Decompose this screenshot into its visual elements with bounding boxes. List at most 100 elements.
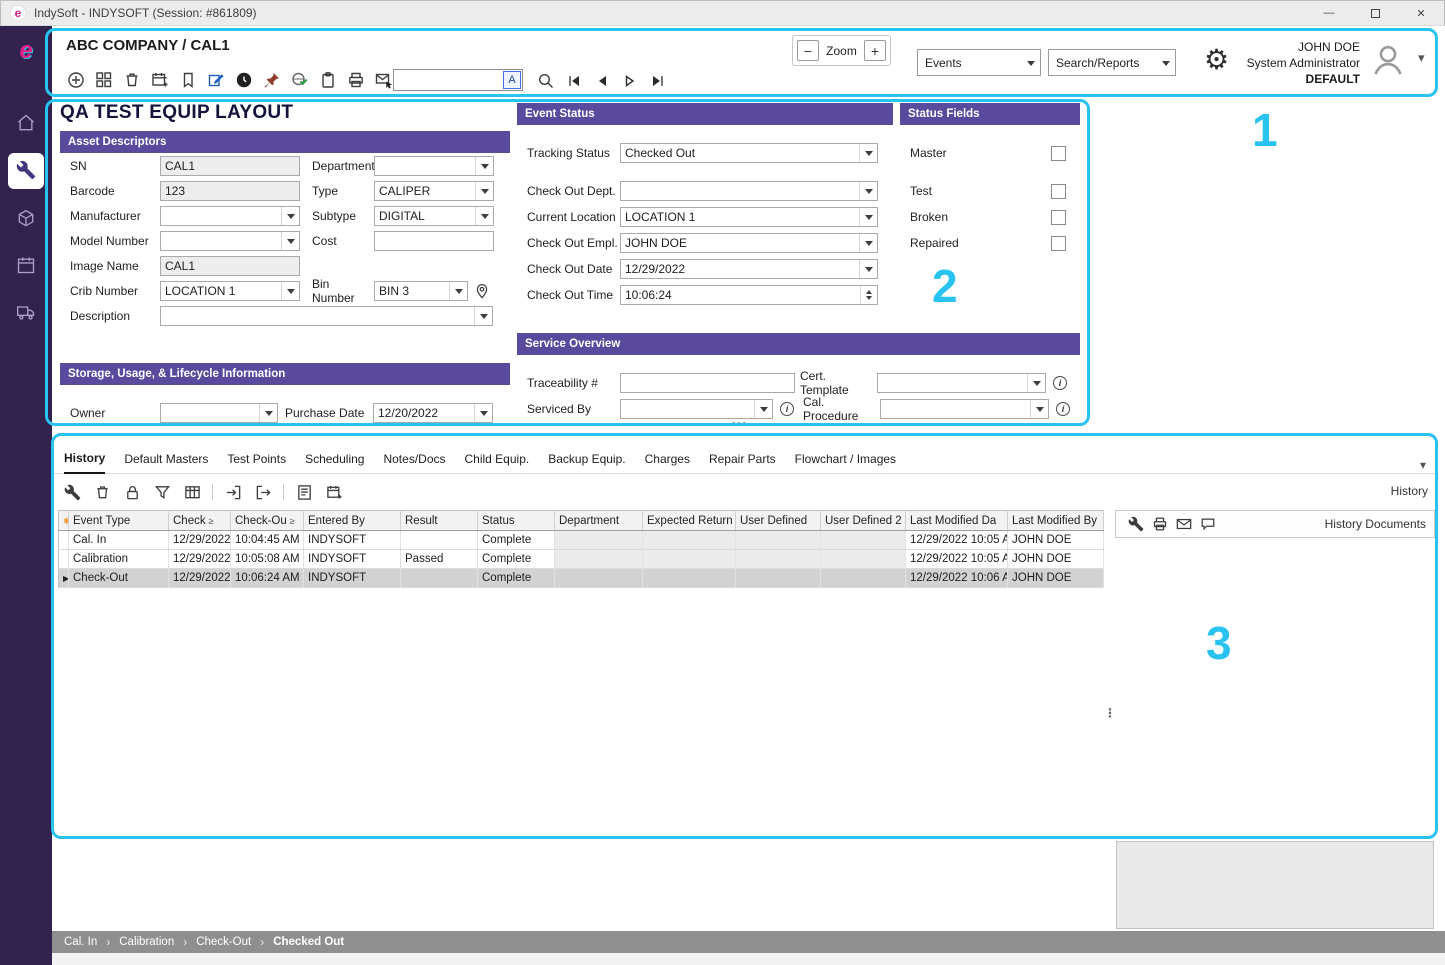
close-button[interactable]: ✕ bbox=[1398, 1, 1444, 25]
cal-procedure-dropdown[interactable] bbox=[880, 399, 1049, 419]
serviced-by-dropdown[interactable] bbox=[620, 399, 773, 419]
spin-down-icon[interactable] bbox=[866, 296, 872, 303]
delete-button[interactable] bbox=[120, 68, 144, 92]
sidebar-item-home[interactable] bbox=[8, 106, 44, 142]
column-header-user-defined[interactable]: User Defined bbox=[736, 511, 821, 531]
certify-button[interactable] bbox=[288, 68, 312, 92]
tab-backup-equip[interactable]: Backup Equip. bbox=[548, 444, 625, 474]
barcode-field[interactable]: 123 bbox=[160, 181, 300, 201]
flow-step-checked-out[interactable]: Checked Out bbox=[273, 936, 344, 948]
subtype-dropdown[interactable]: DIGITAL bbox=[374, 206, 494, 226]
bookmark-button[interactable] bbox=[176, 68, 200, 92]
type-dropdown[interactable]: CALIPER bbox=[374, 181, 494, 201]
add-event-button[interactable] bbox=[322, 480, 346, 504]
horizontal-splitter-handle[interactable]: ... bbox=[732, 413, 748, 427]
check-out-time-spinner[interactable]: 10:06:24 bbox=[620, 285, 878, 305]
model-number-dropdown[interactable] bbox=[160, 231, 300, 251]
zoom-in-button[interactable]: + bbox=[864, 40, 886, 61]
grid-view-button[interactable] bbox=[180, 480, 204, 504]
form-view-button[interactable] bbox=[292, 480, 316, 504]
bin-number-dropdown[interactable]: BIN 3 bbox=[374, 281, 468, 301]
location-pin-icon[interactable] bbox=[474, 283, 490, 299]
tab-child-equip[interactable]: Child Equip. bbox=[465, 444, 530, 474]
new-event-button[interactable] bbox=[148, 68, 172, 92]
column-header-check-out-time[interactable]: Check-Ou≥ bbox=[231, 511, 304, 531]
check-out-dept-dropdown[interactable] bbox=[620, 181, 878, 201]
tab-charges[interactable]: Charges bbox=[645, 444, 690, 474]
table-row[interactable]: Calibration12/29/2022 10:05:08 AMINDYSOF… bbox=[59, 550, 1104, 569]
owner-dropdown[interactable] bbox=[160, 403, 278, 423]
cost-field[interactable] bbox=[374, 231, 494, 251]
spinner-buttons[interactable] bbox=[860, 286, 877, 304]
tab-test-points[interactable]: Test Points bbox=[227, 444, 286, 474]
user-info[interactable]: JOHN DOE System Administrator DEFAULT bbox=[1220, 39, 1360, 87]
repaired-checkbox[interactable] bbox=[1051, 236, 1066, 251]
column-header-status[interactable]: Status bbox=[478, 511, 555, 531]
table-row[interactable]: Cal. In12/29/2022 10:04:45 AMINDYSOFT Co… bbox=[59, 531, 1104, 550]
spin-up-icon[interactable] bbox=[866, 287, 872, 294]
cert-template-dropdown[interactable] bbox=[877, 373, 1046, 393]
description-dropdown[interactable] bbox=[160, 306, 493, 326]
next-record-button[interactable] bbox=[620, 69, 640, 93]
manufacturer-dropdown[interactable] bbox=[160, 206, 300, 226]
master-checkbox[interactable] bbox=[1051, 146, 1066, 161]
search-icon[interactable] bbox=[536, 69, 556, 93]
filter-button[interactable] bbox=[150, 480, 174, 504]
breadcrumb-asset[interactable]: CAL1 bbox=[190, 37, 229, 54]
check-in-button[interactable] bbox=[221, 480, 245, 504]
user-menu-chevron-icon[interactable]: ▾ bbox=[1418, 50, 1425, 66]
documents-tools-button[interactable] bbox=[1124, 512, 1148, 536]
tracking-status-dropdown[interactable]: Checked Out bbox=[620, 143, 878, 163]
flow-step-cal-in[interactable]: Cal. In bbox=[64, 936, 97, 948]
current-location-dropdown[interactable]: LOCATION 1 bbox=[620, 207, 878, 227]
traceability-field[interactable] bbox=[620, 373, 795, 393]
image-name-field[interactable]: CAL1 bbox=[160, 256, 300, 276]
minimize-button[interactable]: — bbox=[1306, 1, 1352, 25]
sidebar-item-equipment[interactable] bbox=[8, 153, 44, 189]
check-out-empl-dropdown[interactable]: JOHN DOE bbox=[620, 233, 878, 253]
last-record-button[interactable] bbox=[648, 69, 668, 93]
column-header-expected-return[interactable]: Expected Return bbox=[643, 511, 736, 531]
sidebar-item-assets[interactable] bbox=[8, 202, 44, 238]
broken-checkbox[interactable] bbox=[1051, 210, 1066, 225]
sidebar-item-shipping[interactable] bbox=[8, 295, 44, 331]
column-header-event-type[interactable]: Event Type bbox=[69, 511, 169, 531]
flow-step-check-out[interactable]: Check-Out bbox=[196, 936, 251, 948]
documents-comment-button[interactable] bbox=[1196, 512, 1220, 536]
documents-email-button[interactable] bbox=[1172, 512, 1196, 536]
previous-record-button[interactable] bbox=[592, 69, 612, 93]
delete-row-button[interactable] bbox=[90, 480, 114, 504]
column-header-last-modified-by[interactable]: Last Modified By bbox=[1008, 511, 1104, 531]
column-header-user-defined-2[interactable]: User Defined 2 bbox=[821, 511, 906, 531]
layout-grid-button[interactable] bbox=[92, 68, 116, 92]
info-icon[interactable]: i bbox=[1053, 376, 1067, 390]
breadcrumb-company[interactable]: ABC COMPANY bbox=[66, 37, 178, 54]
tab-default-masters[interactable]: Default Masters bbox=[124, 444, 208, 474]
column-header-check-date[interactable]: Check≥ bbox=[169, 511, 231, 531]
info-icon[interactable]: i bbox=[780, 402, 794, 416]
column-header-last-modified-date[interactable]: Last Modified Da bbox=[906, 511, 1008, 531]
info-icon[interactable]: i bbox=[1056, 402, 1070, 416]
tab-notes-docs[interactable]: Notes/Docs bbox=[383, 444, 445, 474]
edit-button[interactable] bbox=[204, 68, 228, 92]
tab-scheduling[interactable]: Scheduling bbox=[305, 444, 364, 474]
events-dropdown[interactable]: Events bbox=[917, 49, 1041, 76]
zoom-out-button[interactable]: − bbox=[797, 40, 819, 61]
column-header-result[interactable]: Result bbox=[401, 511, 478, 531]
add-record-button[interactable] bbox=[64, 68, 88, 92]
documents-print-button[interactable] bbox=[1148, 512, 1172, 536]
tab-history[interactable]: History bbox=[64, 444, 105, 474]
tools-wrench-button[interactable] bbox=[60, 480, 84, 504]
table-row-selected[interactable]: ▶ Check-Out12/29/2022 10:06:24 AMINDYSOF… bbox=[59, 569, 1104, 588]
test-checkbox[interactable] bbox=[1051, 184, 1066, 199]
column-header-entered-by[interactable]: Entered By bbox=[304, 511, 401, 531]
search-reports-dropdown[interactable]: Search/Reports bbox=[1048, 49, 1176, 76]
crib-number-dropdown[interactable]: LOCATION 1 bbox=[160, 281, 300, 301]
match-case-toggle[interactable]: A bbox=[503, 71, 521, 89]
tab-overflow-chevron-icon[interactable]: ▾ bbox=[1420, 458, 1426, 472]
clipboard-button[interactable] bbox=[316, 68, 340, 92]
column-header-department[interactable]: Department bbox=[555, 511, 643, 531]
check-out-button[interactable] bbox=[251, 480, 275, 504]
purchase-date-field[interactable]: 12/20/2022 bbox=[373, 403, 493, 423]
lock-button[interactable] bbox=[120, 480, 144, 504]
